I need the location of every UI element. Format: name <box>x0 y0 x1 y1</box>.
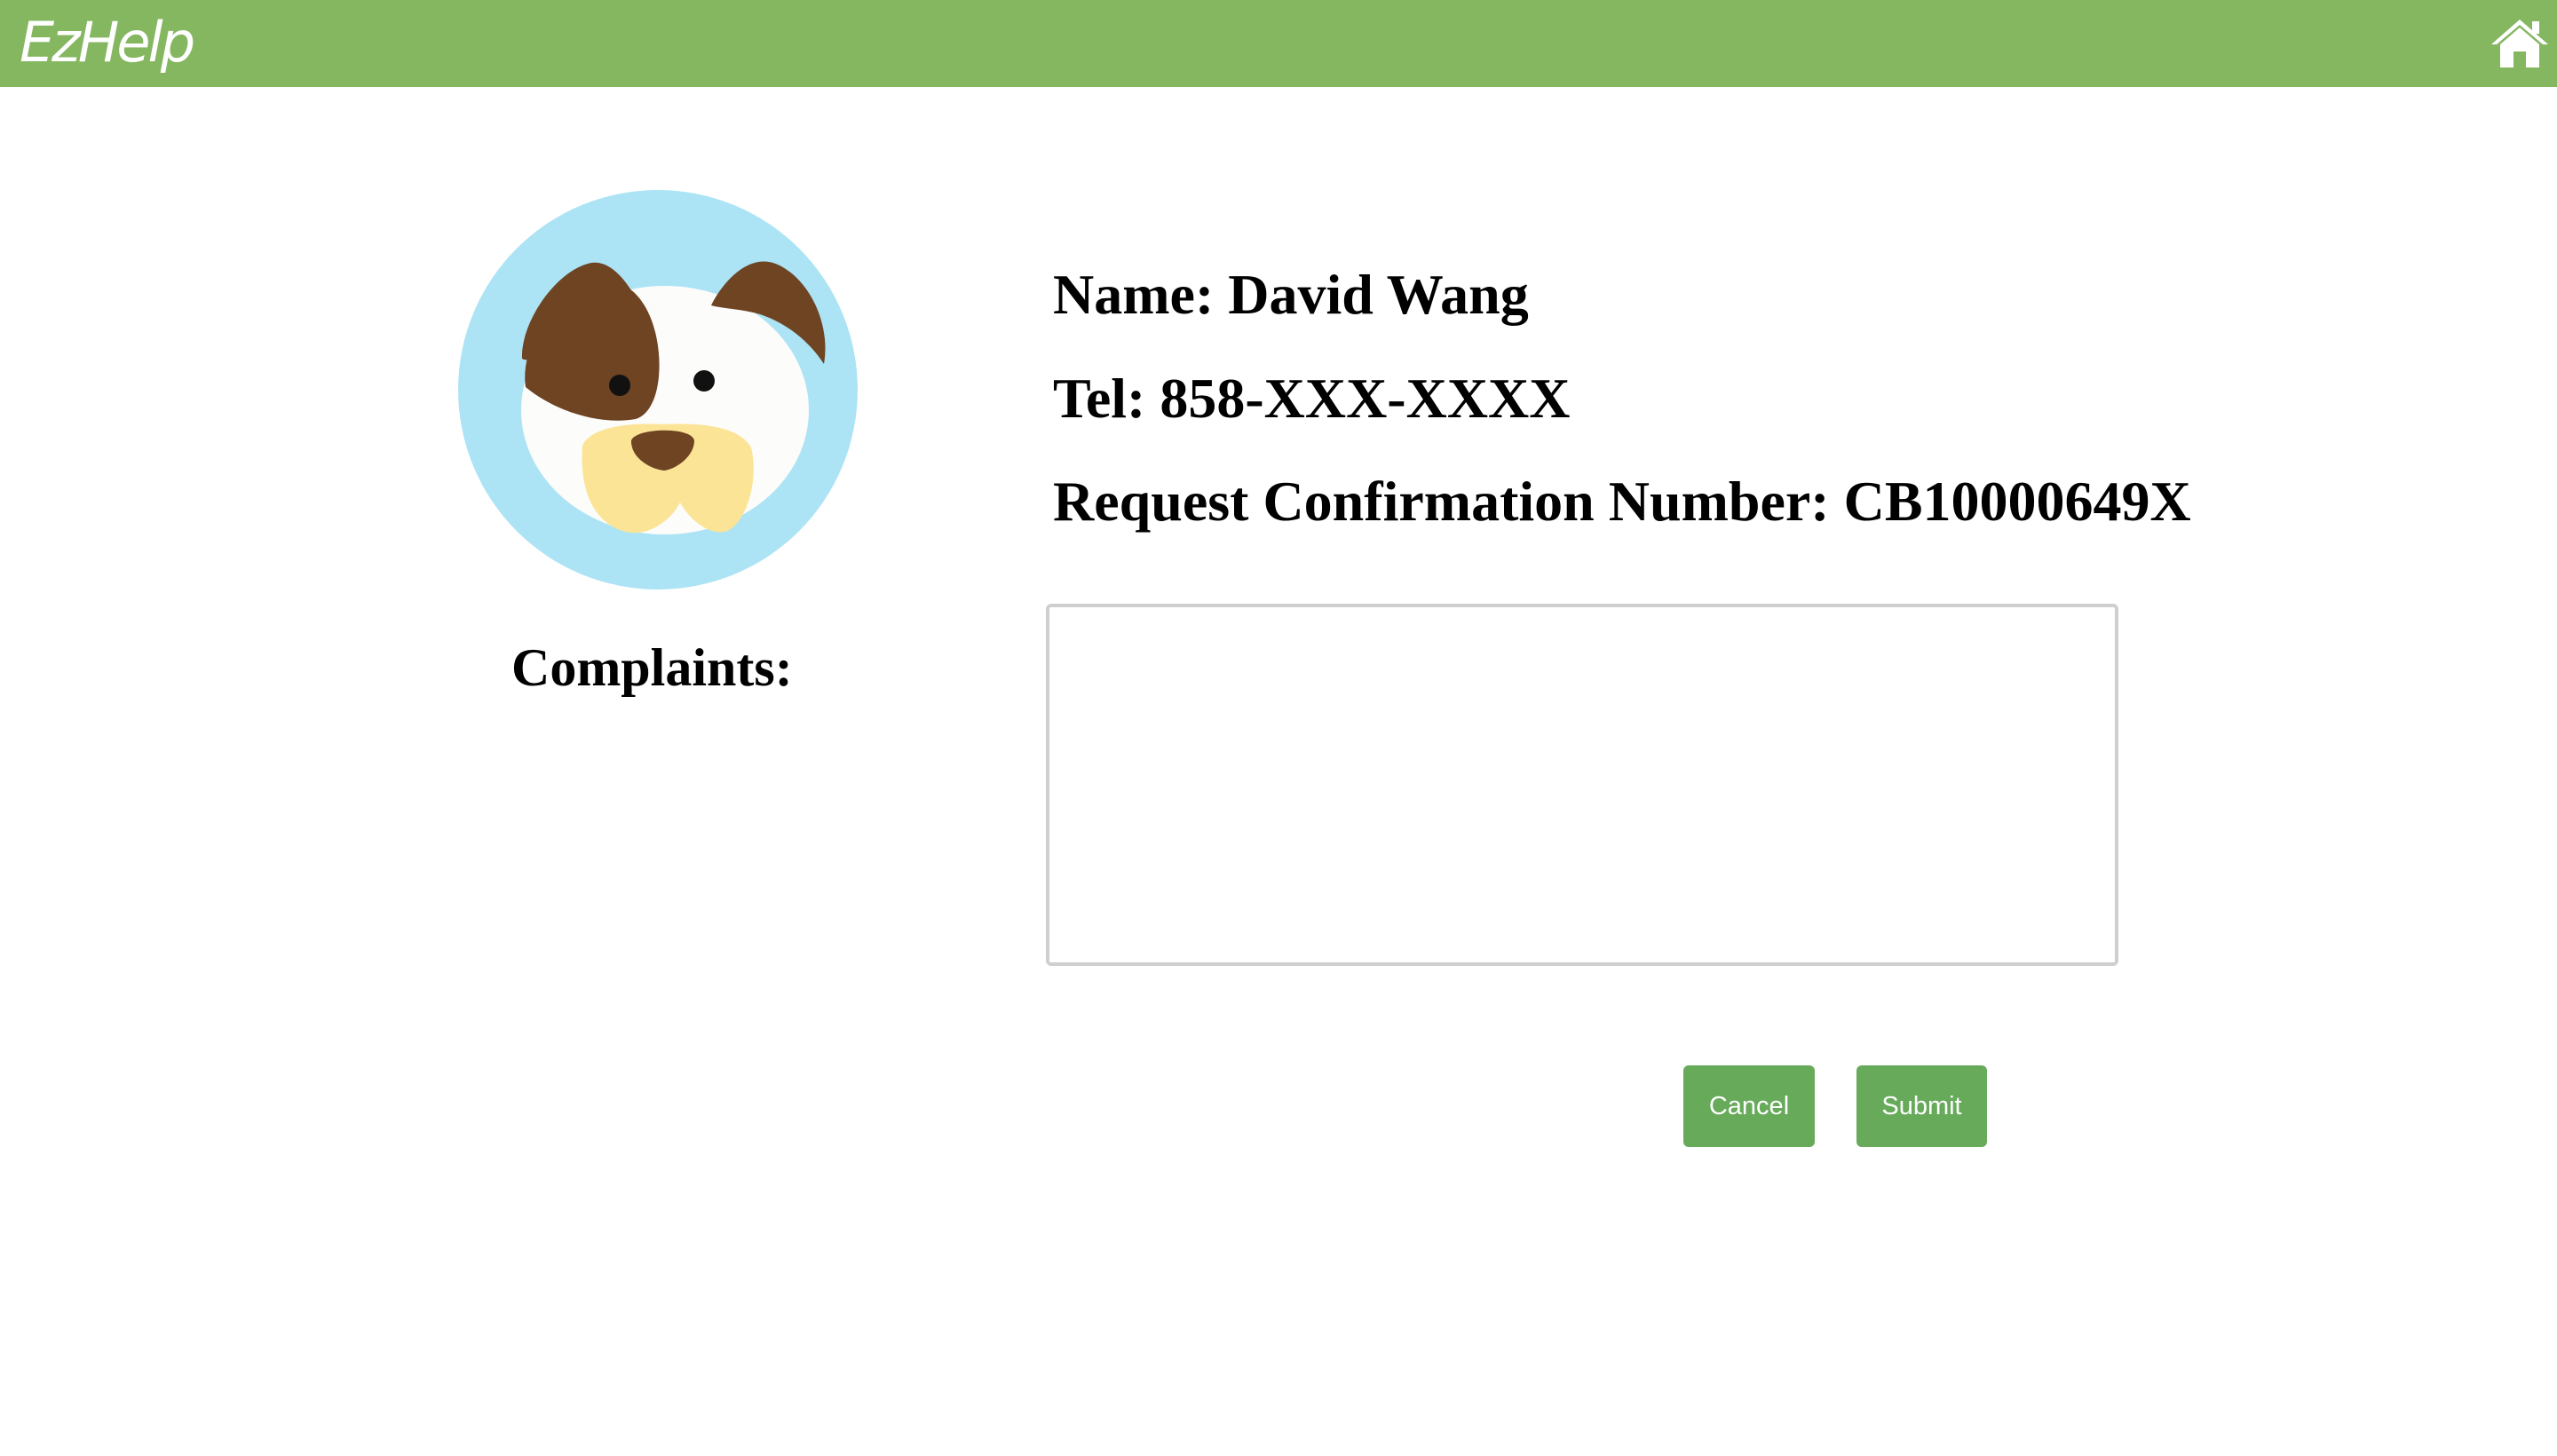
dog-avatar-icon <box>458 190 858 590</box>
complaints-textarea[interactable] <box>1046 604 2118 966</box>
customer-tel: Tel: 858-XXX-XXXX <box>1053 367 1571 430</box>
complaints-label: Complaints: <box>511 638 793 697</box>
customer-name: Name: David Wang <box>1053 263 1529 326</box>
home-icon <box>2491 20 2548 67</box>
confirmation-number: Request Confirmation Number: CB10000649X <box>1053 470 2191 533</box>
top-bar: EzHelp <box>0 0 2557 87</box>
cancel-button[interactable]: Cancel <box>1683 1065 1815 1147</box>
home-button[interactable] <box>2490 16 2550 69</box>
app-logo: EzHelp <box>20 10 195 75</box>
submit-button[interactable]: Submit <box>1856 1065 1987 1147</box>
